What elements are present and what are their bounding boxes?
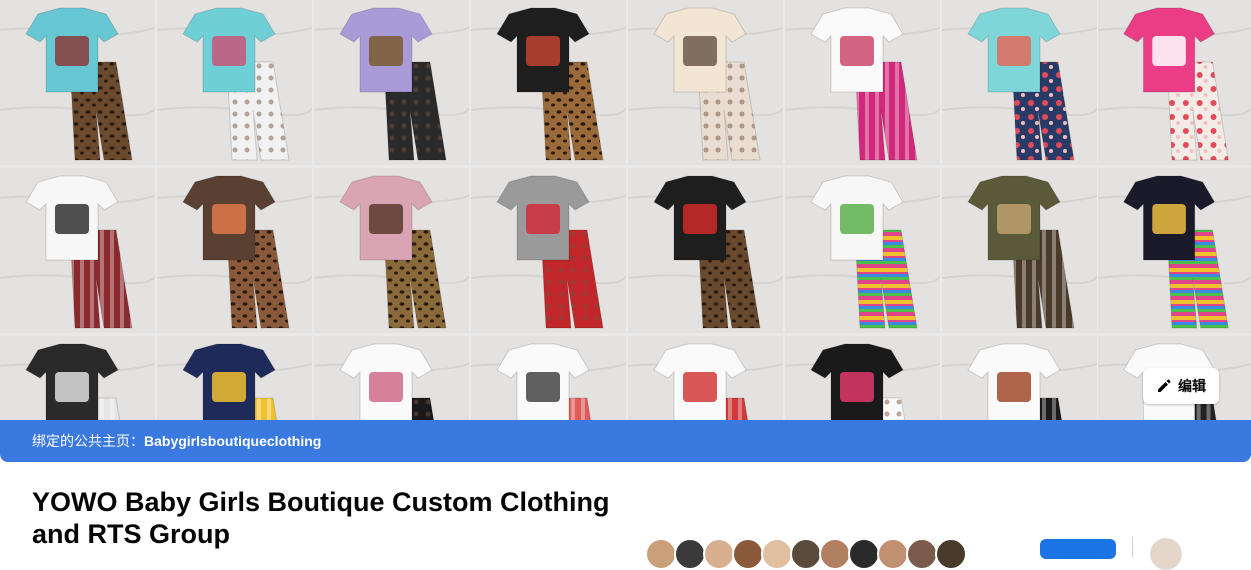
outfit-photo — [628, 168, 783, 333]
member-avatar[interactable] — [645, 538, 677, 570]
member-avatar[interactable] — [732, 538, 764, 570]
member-avatar[interactable] — [877, 538, 909, 570]
cover-photo-collage — [0, 0, 1251, 420]
primary-action-button[interactable] — [1040, 539, 1116, 559]
outfit-photo — [157, 168, 312, 333]
outfit-photo — [942, 336, 1097, 420]
outfit-photo — [157, 336, 312, 420]
group-title: YOWO Baby Girls Boutique Custom Clothing… — [32, 487, 610, 549]
member-avatar[interactable] — [906, 538, 938, 570]
linked-page-prefix: 绑定的公共主页： — [32, 433, 144, 449]
cover-photo: 编辑 绑定的公共主页： Babygirlsboutiqueclothing — [0, 0, 1251, 462]
outfit-photo — [471, 336, 626, 420]
outfit-photo — [0, 336, 155, 420]
outfit-photo — [1098, 0, 1251, 165]
member-avatar[interactable] — [819, 538, 851, 570]
member-avatar[interactable] — [761, 538, 793, 570]
member-avatar[interactable] — [848, 538, 880, 570]
pencil-icon — [1158, 379, 1171, 392]
outfit-photo — [314, 0, 469, 165]
edit-cover-label: 编辑 — [1178, 378, 1206, 394]
outfit-photo — [471, 168, 626, 333]
edit-cover-button[interactable]: 编辑 — [1143, 368, 1219, 404]
outfit-photo — [942, 0, 1097, 165]
divider — [1132, 537, 1133, 557]
member-avatar[interactable] — [790, 538, 822, 570]
outfit-photo — [785, 168, 940, 333]
outfit-photo — [1098, 168, 1251, 333]
outfit-photo — [785, 336, 940, 420]
outfit-photo — [628, 336, 783, 420]
member-avatar[interactable] — [935, 538, 967, 570]
member-avatar[interactable] — [703, 538, 735, 570]
outfit-photo — [0, 0, 155, 165]
outfit-photo — [314, 168, 469, 333]
outfit-photo — [471, 0, 626, 165]
member-avatar[interactable] — [674, 538, 706, 570]
outfit-photo — [157, 0, 312, 165]
avatar[interactable] — [1150, 538, 1182, 570]
linked-page-banner: 绑定的公共主页： Babygirlsboutiqueclothing — [0, 420, 1251, 462]
outfit-photo — [942, 168, 1097, 333]
outfit-photo — [785, 0, 940, 165]
outfit-photo — [0, 168, 155, 333]
outfit-photo — [628, 0, 783, 165]
outfit-photo — [314, 336, 469, 420]
linked-page-link[interactable]: Babygirlsboutiqueclothing — [144, 433, 321, 449]
